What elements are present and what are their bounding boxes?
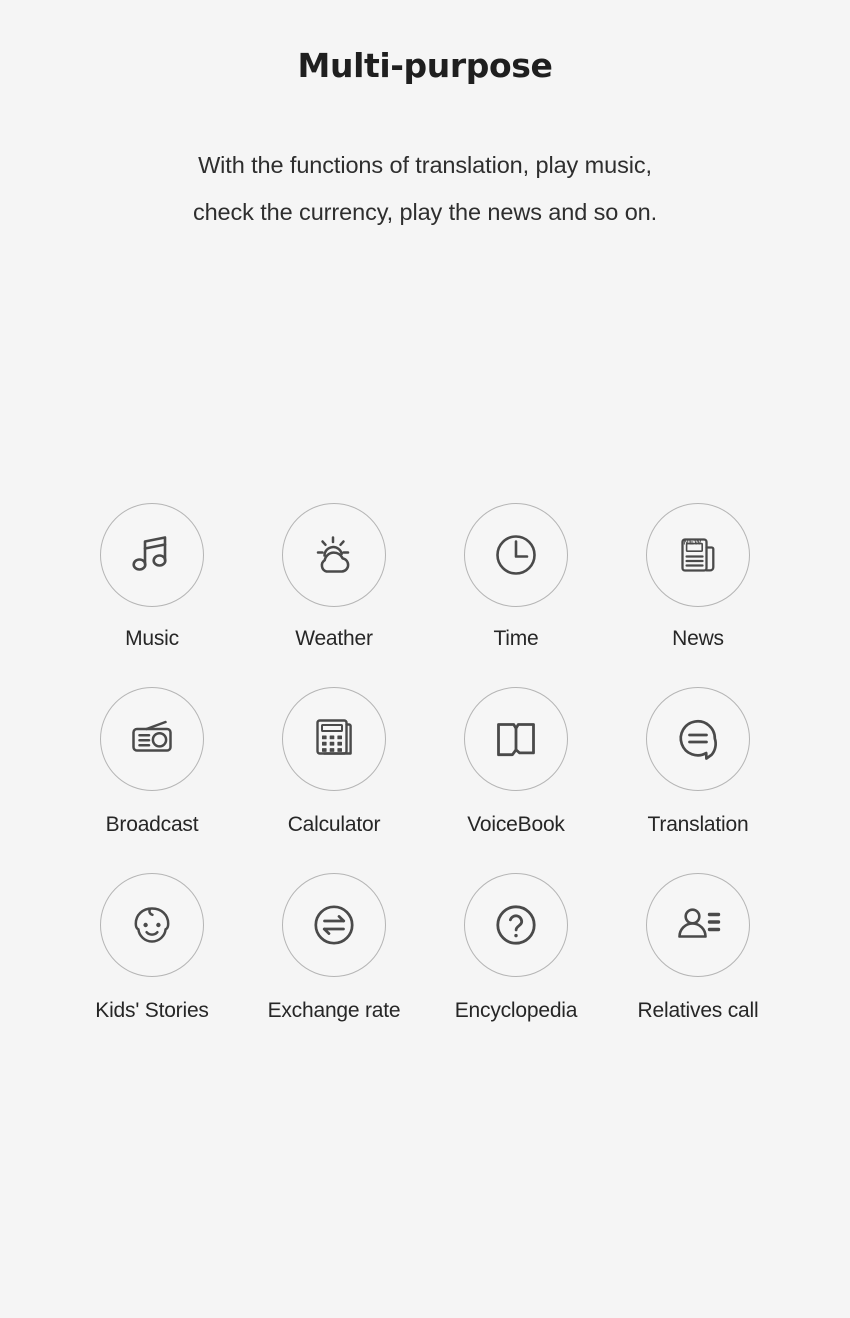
page-subtitle: With the functions of translation, play … — [0, 86, 850, 236]
feature-item-news[interactable]: NEW News — [607, 503, 789, 651]
feature-label: Relatives call — [637, 999, 759, 1022]
clock-icon — [488, 527, 544, 583]
subtitle-line-2: check the currency, play the news and so… — [192, 198, 658, 225]
time-icon-circle[interactable] — [464, 503, 568, 607]
feature-label: Weather — [295, 627, 373, 650]
translation-icon-circle[interactable] — [646, 687, 750, 791]
calculator-icon — [308, 713, 360, 765]
encyclopedia-icon-circle[interactable] — [464, 873, 568, 977]
feature-item-weather[interactable]: Weather — [243, 503, 425, 651]
feature-item-voicebook[interactable]: VoiceBook — [425, 687, 607, 837]
contact-person-icon — [671, 898, 725, 952]
feature-label: Translation — [647, 813, 749, 836]
feature-label: Music — [125, 627, 179, 650]
feature-label: Encyclopedia — [454, 999, 578, 1022]
sun-cloud-icon — [306, 527, 362, 583]
feature-item-kids-stories[interactable]: Kids' Stories — [61, 873, 243, 1023]
feature-item-calculator[interactable]: Calculator — [243, 687, 425, 837]
feature-label: Exchange rate — [267, 999, 401, 1022]
feature-item-music[interactable]: Music — [61, 503, 243, 651]
news-icon-circle[interactable]: NEW — [646, 503, 750, 607]
baby-face-icon — [125, 898, 179, 952]
feature-label: VoiceBook — [467, 813, 565, 836]
voicebook-icon-circle[interactable] — [464, 687, 568, 791]
music-icon-circle[interactable] — [100, 503, 204, 607]
open-book-icon — [489, 712, 543, 766]
feature-label: Kids' Stories — [95, 999, 209, 1022]
news-icon-text: NEW — [683, 536, 702, 546]
broadcast-icon-circle[interactable] — [100, 687, 204, 791]
exchange-rate-icon-circle[interactable] — [282, 873, 386, 977]
speech-bubble-equals-icon — [670, 711, 726, 767]
feature-label: Time — [493, 627, 539, 650]
feature-label: Calculator — [287, 813, 381, 836]
weather-icon-circle[interactable] — [282, 503, 386, 607]
question-mark-circle-icon — [488, 897, 544, 953]
feature-item-encyclopedia[interactable]: Encyclopedia — [425, 873, 607, 1023]
relatives-call-icon-circle[interactable] — [646, 873, 750, 977]
feature-grid: Music Weather Time NEW News Broadcast Ca… — [0, 503, 850, 1023]
exchange-arrows-icon — [306, 897, 362, 953]
music-note-icon — [124, 527, 180, 583]
feature-label: News — [672, 627, 724, 650]
page-header: Multi-purpose — [0, 0, 850, 86]
feature-item-exchange-rate[interactable]: Exchange rate — [243, 873, 425, 1023]
feature-row: Broadcast Calculator VoiceBook Translati… — [0, 687, 850, 837]
kids-stories-icon-circle[interactable] — [100, 873, 204, 977]
radio-icon — [124, 711, 180, 767]
multi-purpose-page: Multi-purpose With the functions of tran… — [0, 0, 850, 1318]
subtitle-line-1: With the functions of translation, play … — [198, 151, 652, 178]
feature-item-broadcast[interactable]: Broadcast — [61, 687, 243, 837]
feature-row: Kids' Stories Exchange rate Encyclopedia… — [0, 873, 850, 1023]
feature-item-translation[interactable]: Translation — [607, 687, 789, 837]
page-title: Multi-purpose — [297, 46, 553, 85]
calculator-icon-circle[interactable] — [282, 687, 386, 791]
feature-row: Music Weather Time NEW News — [0, 503, 850, 651]
feature-item-time[interactable]: Time — [425, 503, 607, 651]
feature-label: Broadcast — [105, 813, 199, 836]
feature-item-relatives-call[interactable]: Relatives call — [607, 873, 789, 1023]
